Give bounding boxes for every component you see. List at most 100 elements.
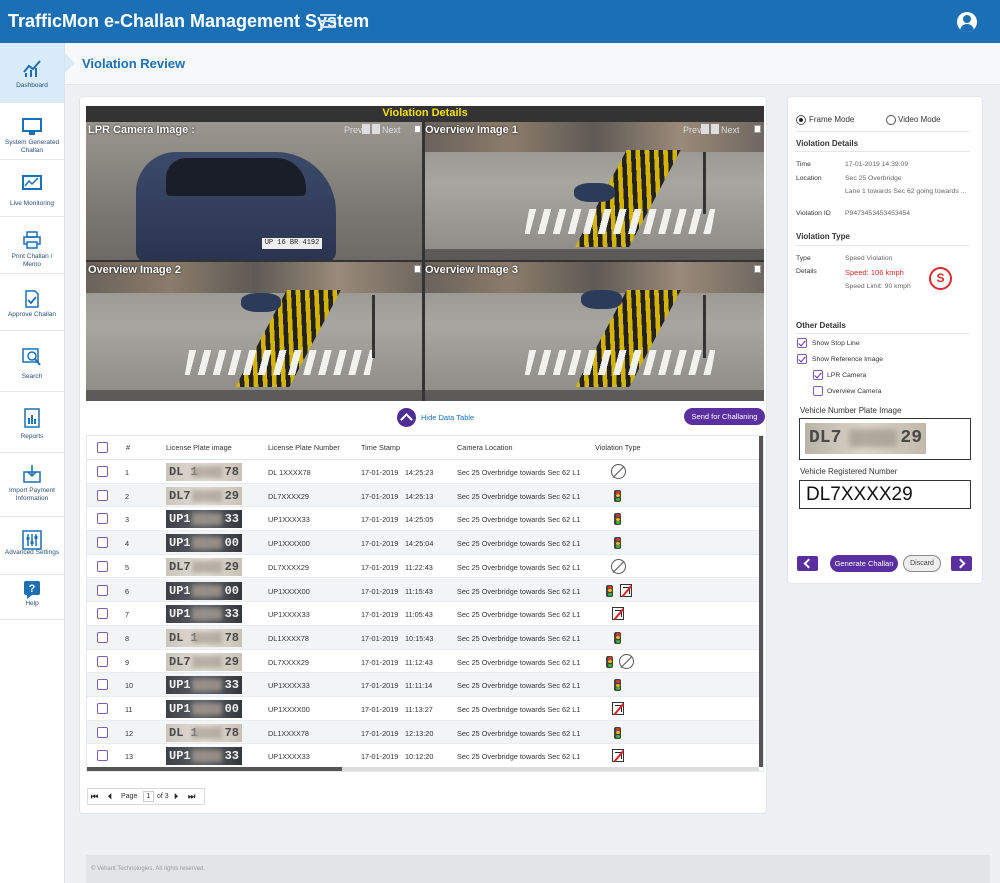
overview-2-select-checkbox[interactable] bbox=[414, 265, 421, 273]
row-checkbox[interactable] bbox=[97, 726, 108, 738]
row-number: 3 bbox=[125, 515, 130, 525]
lpr-prev-button[interactable]: Prev bbox=[344, 125, 363, 135]
license-plate-image[interactable]: DL 1 78 bbox=[166, 723, 242, 742]
table-row[interactable]: 13 UP1 33 UP1XXXX33 17-01-2019 10:12:20 Sec 25… bbox=[87, 744, 759, 769]
send-for-challaning-button[interactable]: Send for Challaning bbox=[684, 408, 765, 425]
lpr-camera-label: LPR Camera Image : bbox=[88, 124, 195, 136]
table-row[interactable]: 2 DL7 29 DL7XXXX29 17-01-2019 14:25:13 Sec 25 … bbox=[87, 483, 759, 508]
sidebar-item-approve-challan[interactable]: Approve Challan bbox=[0, 275, 64, 331]
table-row[interactable]: 4 UP1 00 UP1XXXX00 17-01-2019 14:25:04 Sec 25 … bbox=[87, 531, 759, 555]
license-plate-image[interactable]: DL7 29 bbox=[166, 652, 242, 671]
sidebar-item-advanced-settings[interactable]: Advanced Settings bbox=[0, 518, 64, 575]
row-checkbox[interactable] bbox=[97, 608, 108, 620]
overview-image-3[interactable] bbox=[425, 262, 764, 401]
license-plate-image[interactable]: DL 1 78 bbox=[166, 463, 242, 481]
row-checkbox[interactable] bbox=[97, 584, 108, 596]
show-stop-line-label[interactable]: Show Stop Line bbox=[812, 340, 860, 347]
license-plate-image[interactable]: DL 1 78 bbox=[166, 628, 242, 647]
sidebar-item-print-challan[interactable]: Print Challan / Memo bbox=[0, 218, 64, 274]
lpr-camera-label[interactable]: LPR Camera bbox=[827, 372, 866, 379]
license-plate-image[interactable]: UP1 33 bbox=[166, 510, 242, 529]
select-all-checkbox[interactable] bbox=[97, 442, 108, 453]
user-profile-icon[interactable] bbox=[957, 12, 977, 32]
row-checkbox[interactable] bbox=[97, 537, 108, 549]
chevron-up-icon[interactable] bbox=[397, 408, 416, 427]
frame-mode-label[interactable]: Frame Mode bbox=[809, 115, 854, 124]
license-plate-image[interactable]: UP1 00 bbox=[166, 581, 242, 600]
overview-prev-button[interactable]: Prev bbox=[683, 125, 702, 135]
last-page-icon[interactable]: ⏭ bbox=[188, 792, 195, 802]
horizontal-scroll-thumb[interactable] bbox=[87, 767, 342, 771]
row-checkbox[interactable] bbox=[97, 679, 108, 691]
license-plate-image[interactable]: UP1 33 bbox=[166, 747, 242, 766]
lpr-select-checkbox[interactable] bbox=[414, 125, 421, 133]
show-stop-line-checkbox[interactable] bbox=[797, 338, 807, 348]
row-checkbox[interactable] bbox=[97, 466, 108, 477]
hamburger-menu-icon[interactable] bbox=[320, 14, 336, 28]
lpr-next-button[interactable]: Next bbox=[382, 125, 401, 135]
lpr-camera-image[interactable]: UP 16 BR 4192 bbox=[86, 122, 422, 260]
license-plate-image[interactable]: DL7 29 bbox=[166, 557, 242, 576]
license-plate-image[interactable]: UP1 33 bbox=[166, 605, 242, 624]
vertical-scrollbar[interactable] bbox=[759, 436, 763, 767]
row-checkbox[interactable] bbox=[97, 750, 108, 762]
hide-data-table-label[interactable]: Hide Data Table bbox=[421, 413, 474, 422]
lpr-prev-arrow-icon[interactable] bbox=[362, 124, 370, 134]
frame-mode-radio[interactable] bbox=[796, 115, 806, 125]
overview-next-arrow-icon[interactable] bbox=[711, 124, 719, 134]
prev-page-icon[interactable]: ⏴ bbox=[108, 792, 112, 802]
overview-image-1[interactable] bbox=[425, 122, 764, 260]
overview-image-2[interactable] bbox=[86, 262, 422, 401]
overview-prev-arrow-icon[interactable] bbox=[701, 124, 709, 134]
license-plate-image[interactable]: UP1 00 bbox=[166, 534, 242, 553]
table-row[interactable]: 5 DL7 29 DL7XXXX29 17-01-2019 11:22:43 Sec 25 … bbox=[87, 555, 759, 579]
sidebar-item-live-monitoring[interactable]: Live Monitoring bbox=[0, 161, 64, 217]
overview-camera-label[interactable]: Overview Camera bbox=[827, 388, 881, 395]
row-checkbox[interactable] bbox=[97, 560, 108, 572]
overview-3-select-checkbox[interactable] bbox=[754, 265, 761, 273]
video-mode-label[interactable]: Video Mode bbox=[898, 115, 941, 124]
license-plate-image[interactable]: DL7 29 bbox=[166, 486, 242, 505]
row-checkbox[interactable] bbox=[97, 703, 108, 714]
license-plate-image[interactable]: UP1 33 bbox=[166, 676, 242, 695]
page-number-input[interactable]: 1 bbox=[143, 791, 154, 802]
generate-challan-button[interactable]: Generate Challan bbox=[830, 555, 898, 572]
sidebar-item-reports[interactable]: Reports bbox=[0, 393, 64, 453]
video-mode-radio[interactable] bbox=[886, 115, 896, 125]
first-page-icon[interactable]: ⏮ bbox=[91, 792, 98, 802]
table-row[interactable]: 10 UP1 33 UP1XXXX33 17-01-2019 11:11:14 Sec 25… bbox=[87, 673, 759, 697]
license-plate-image[interactable]: UP1 00 bbox=[166, 700, 242, 718]
horizontal-scrollbar[interactable] bbox=[87, 767, 759, 771]
scene-car bbox=[240, 292, 281, 313]
sidebar-item-help[interactable]: ? Help bbox=[0, 576, 64, 620]
table-row[interactable]: 6 UP1 00 UP1XXXX00 17-01-2019 11:15:43 Sec 25 … bbox=[87, 578, 759, 603]
sidebar-item-system-generated-challan[interactable]: System Generated Challan bbox=[0, 104, 64, 160]
table-row[interactable]: 3 UP1 33 UP1XXXX33 17-01-2019 14:25:05 Sec 25 … bbox=[87, 507, 759, 532]
previous-violation-button[interactable] bbox=[797, 556, 818, 571]
table-row[interactable]: 7 UP1 33 UP1XXXX33 17-01-2019 11:05:43 Sec 25 … bbox=[87, 602, 759, 626]
row-checkbox[interactable] bbox=[97, 655, 108, 667]
next-page-icon[interactable]: ⏵ bbox=[174, 792, 178, 802]
vertical-scroll-thumb[interactable] bbox=[759, 436, 763, 767]
show-reference-image-checkbox[interactable] bbox=[797, 354, 807, 364]
table-row[interactable]: 8 DL 1 78 DL1XXXX78 17-01-2019 10:15:43 Sec 25… bbox=[87, 625, 759, 650]
show-reference-image-label[interactable]: Show Reference Image bbox=[812, 356, 883, 363]
sidebar-item-dashboard[interactable]: Dashboard bbox=[0, 43, 64, 103]
sidebar-item-import-payment[interactable]: Import Payment Information bbox=[0, 454, 64, 517]
overview-1-select-checkbox[interactable] bbox=[754, 125, 761, 133]
registered-number-input[interactable]: DL7XXXX29 bbox=[799, 480, 971, 509]
table-row[interactable]: 11 UP1 00 UP1XXXX00 17-01-2019 11:13:27 Sec 25… bbox=[87, 697, 759, 721]
row-checkbox[interactable] bbox=[97, 513, 108, 525]
overview-camera-checkbox[interactable] bbox=[813, 386, 823, 396]
lpr-next-arrow-icon[interactable] bbox=[372, 124, 380, 134]
row-checkbox[interactable] bbox=[97, 489, 108, 501]
row-checkbox[interactable] bbox=[97, 631, 108, 643]
table-row[interactable]: 1 DL 1 78 DL 1XXXX78 17-01-2019 14:25:23 Sec 2… bbox=[87, 460, 759, 484]
overview-next-button[interactable]: Next bbox=[721, 125, 740, 135]
next-violation-button[interactable] bbox=[951, 556, 972, 571]
sidebar-item-search[interactable]: Search bbox=[0, 332, 64, 392]
table-row[interactable]: 9 DL7 29 DL7XXXX29 17-01-2019 11:12:43 Sec 25 … bbox=[87, 650, 759, 674]
discard-button[interactable]: Discard bbox=[903, 555, 941, 572]
lpr-camera-checkbox[interactable] bbox=[813, 370, 823, 380]
table-row[interactable]: 12 DL 1 78 DL1XXXX78 17-01-2019 12:13:20 Sec 2… bbox=[87, 720, 759, 745]
